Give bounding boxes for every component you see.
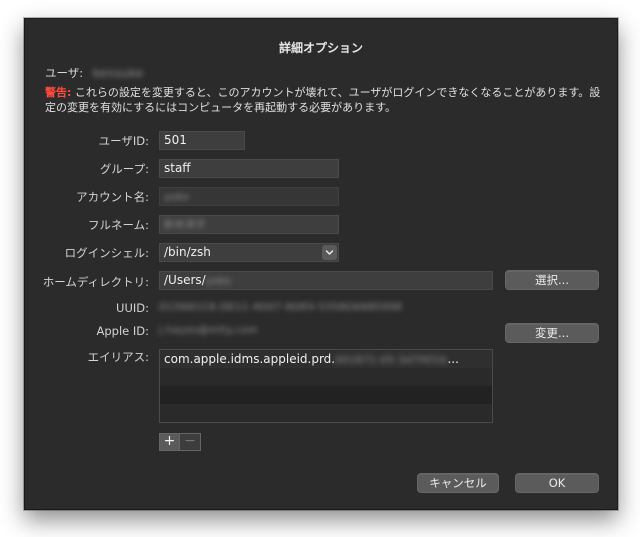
- uuid-label: UUID:: [116, 301, 149, 315]
- alias-empty-row: [160, 368, 492, 386]
- aliases-list[interactable]: com.apple.idms.appleid.prd.001871-05-3d7…: [159, 349, 493, 423]
- choose-button[interactable]: 選択...: [505, 270, 599, 290]
- login-shell-value: /bin/zsh: [164, 245, 211, 259]
- apple-id-label: Apple ID:: [96, 324, 149, 338]
- home-directory-field[interactable]: /Users/yoko: [159, 271, 493, 290]
- login-shell-label: ログインシェル:: [64, 246, 149, 260]
- full-name-label: フルネーム:: [87, 218, 149, 232]
- home-directory-prefix: /Users/: [164, 273, 206, 287]
- dialog-title: 詳細オプション: [278, 41, 363, 55]
- user-id-field[interactable]: 501: [159, 131, 245, 150]
- ok-button[interactable]: OK: [515, 473, 599, 493]
- account-name-field: yoko: [159, 187, 339, 206]
- full-name-field[interactable]: 鈴木洋子: [159, 215, 339, 234]
- alias-ellipsis: ...: [447, 352, 459, 366]
- group-field[interactable]: staff: [159, 159, 339, 178]
- chevron-down-icon: [322, 245, 337, 260]
- change-button[interactable]: 変更...: [505, 323, 599, 343]
- warning-text: これらの設定を変更すると、このアカウントが壊れて、ユーザがログインできなくなるこ…: [45, 86, 601, 114]
- user-id-label: ユーザID:: [98, 134, 149, 148]
- cancel-button[interactable]: キャンセル: [417, 473, 499, 493]
- account-name-label: アカウント名:: [76, 190, 149, 204]
- login-shell-select[interactable]: /bin/zsh: [159, 243, 339, 262]
- alias-empty-row: [160, 404, 492, 422]
- alias-item[interactable]: com.apple.idms.appleid.prd.001871-05-3d7…: [160, 350, 492, 368]
- alias-empty-row: [160, 386, 492, 404]
- uuid-value-blurred: D15681C8-DE11-4D07-8DE0-5358D6885998: [159, 302, 403, 313]
- apple-id-value-blurred: j.hayes@mlty.com: [159, 325, 259, 336]
- group-label: グループ:: [99, 162, 149, 176]
- advanced-options-dialog: 詳細オプション ユーザ: kensuke 警告: これらの設定を変更すると、この…: [24, 18, 618, 510]
- home-directory-label: ホームディレクトリ:: [42, 275, 149, 289]
- user-line: ユーザ: kensuke: [45, 65, 144, 81]
- warning-label: 警告:: [45, 86, 72, 99]
- full-name-value-blurred: 鈴木洋子: [164, 220, 206, 231]
- alias-blurred: 001871-05-3d7f0f1b: [335, 355, 448, 366]
- home-directory-blurred: yoko: [205, 276, 232, 287]
- warning-message: 警告: これらの設定を変更すると、このアカウントが壊れて、ユーザがログインできな…: [45, 85, 605, 115]
- account-name-value-blurred: yoko: [164, 192, 190, 203]
- user-label: ユーザ:: [45, 66, 84, 80]
- user-value-blurred: kensuke: [92, 66, 144, 80]
- remove-alias-button[interactable]: −: [180, 433, 201, 451]
- add-alias-button[interactable]: +: [159, 433, 180, 451]
- alias-prefix: com.apple.idms.appleid.prd.: [164, 352, 336, 366]
- aliases-label: エイリアス:: [87, 350, 149, 364]
